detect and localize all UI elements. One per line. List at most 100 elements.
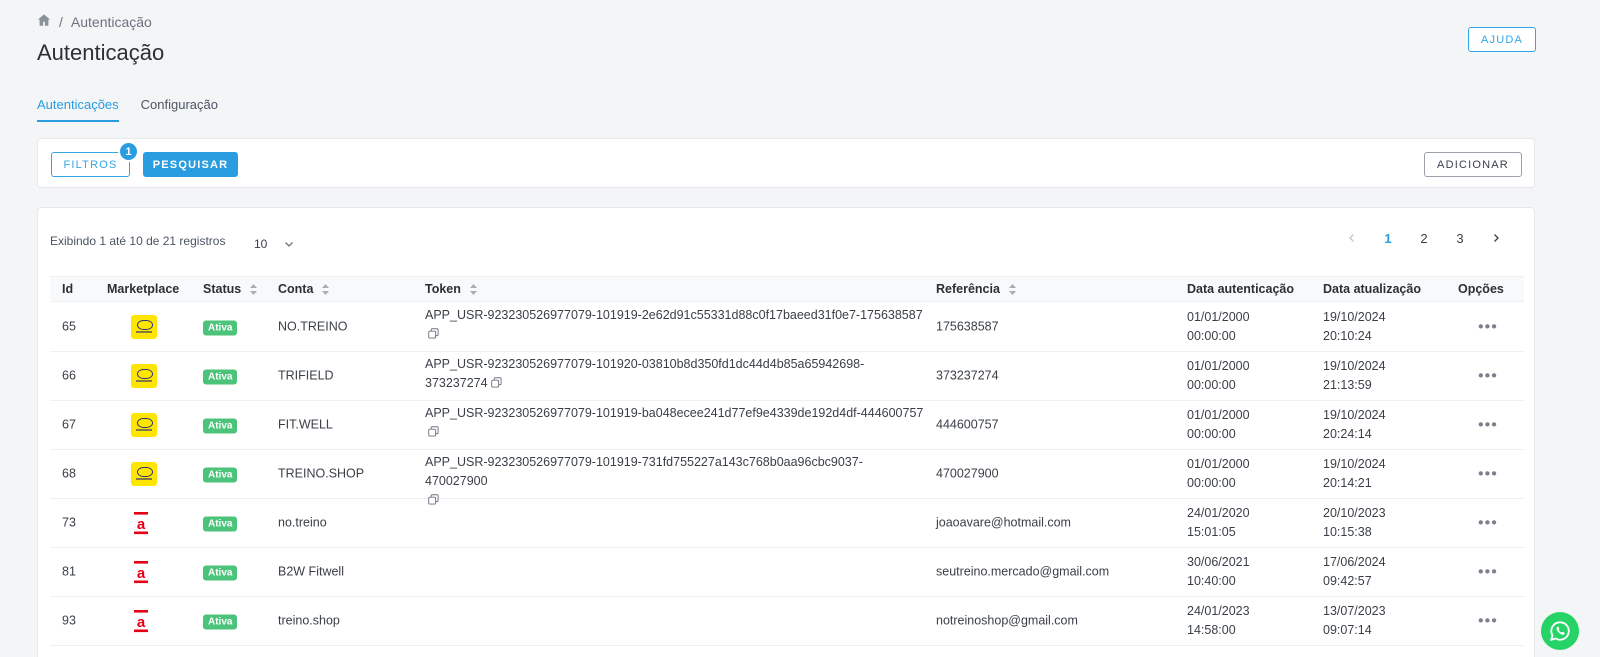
americanas-logo: a: [131, 511, 151, 535]
token-text: APP_USR-923230526977079-101919-ba048ecee…: [425, 406, 924, 420]
referencia-cell: 470027900: [936, 466, 999, 481]
options-menu-icon[interactable]: •••: [1478, 514, 1498, 533]
marketplace-cell: [131, 364, 157, 388]
update-time: 20:24:14: [1323, 427, 1372, 441]
referencia-cell: seutreino.mercado@gmail.com: [936, 564, 1110, 579]
table-row: 66 Ativa TRIFIELD APP_USR-923230526977079-1…: [50, 352, 1524, 401]
auth-time: 00:00:00: [1187, 329, 1236, 343]
col-referencia-label: Referência: [936, 282, 1000, 296]
auth-date-cell: 01/01/2000 00:00:00: [1187, 455, 1250, 493]
update-time: 21:13:59: [1323, 378, 1372, 392]
tab-autenticacoes[interactable]: Autenticações: [37, 97, 119, 122]
table-header: Id Marketplace Status Conta Token Referê…: [50, 276, 1524, 302]
home-icon[interactable]: [37, 13, 51, 30]
mercado-livre-logo: [131, 364, 157, 388]
update-date-cell: 17/06/2024 09:42:57: [1323, 553, 1386, 591]
col-conta[interactable]: Conta: [278, 282, 330, 296]
page-1[interactable]: 1: [1370, 228, 1406, 248]
copy-icon[interactable]: [428, 328, 439, 339]
status-badge: Ativa: [203, 369, 238, 385]
update-date: 13/07/2023: [1323, 604, 1386, 618]
search-button[interactable]: PESQUISAR: [143, 152, 238, 177]
status-cell: Ativa: [203, 514, 238, 533]
copy-icon[interactable]: [490, 377, 502, 388]
update-date: 20/10/2023: [1323, 506, 1386, 520]
svg-text:a: a: [137, 516, 146, 533]
marketplace-cell: a: [131, 560, 151, 584]
page-3[interactable]: 3: [1442, 228, 1478, 248]
update-time: 09:07:14: [1323, 623, 1372, 637]
page-title: Autenticação: [37, 40, 165, 65]
update-date: 17/06/2024: [1323, 555, 1386, 569]
update-date: 19/10/2024: [1323, 457, 1386, 471]
tabs: Autenticações Configuração: [37, 97, 218, 122]
americanas-logo: a: [131, 560, 151, 584]
conta-cell: no.treino: [278, 515, 327, 530]
status-cell: Ativa: [203, 367, 238, 386]
chevron-left-icon: [1349, 234, 1354, 242]
id-cell: 73: [62, 515, 76, 530]
table-row: 73 a Ativa no.treino joaoavare@hotmail.com 24…: [50, 499, 1524, 548]
options-menu-icon[interactable]: •••: [1478, 465, 1498, 484]
token-text: APP_USR-923230526977079-101919-731fd7552…: [425, 455, 863, 488]
marketplace-cell: a: [131, 511, 151, 535]
auth-date: 30/06/2021: [1187, 555, 1250, 569]
table-row: 93 a Ativa treino.shop notreinoshop@gmail.co…: [50, 597, 1524, 646]
pagination: 1 2 3: [1334, 228, 1514, 248]
svg-text:a: a: [137, 565, 146, 582]
col-referencia[interactable]: Referência: [936, 282, 1017, 296]
sort-icon: [469, 283, 477, 295]
options-menu-icon[interactable]: •••: [1478, 612, 1498, 631]
conta-cell: B2W Fitwell: [278, 564, 344, 579]
filter-count-badge: 1: [118, 141, 139, 162]
page-2[interactable]: 2: [1406, 228, 1442, 248]
chevron-right-icon: [1494, 234, 1499, 242]
referencia-cell: 175638587: [936, 319, 999, 334]
auth-time: 00:00:00: [1187, 378, 1236, 392]
auth-time: 00:00:00: [1187, 427, 1236, 441]
pagination-next[interactable]: [1478, 228, 1514, 248]
help-button[interactable]: AJUDA: [1468, 27, 1536, 52]
whatsapp-icon[interactable]: [1541, 612, 1579, 650]
americanas-logo: a: [131, 609, 151, 633]
sort-icon: [1008, 283, 1016, 295]
update-date-cell: 20/10/2023 10:15:38: [1323, 504, 1386, 542]
auth-date: 01/01/2000: [1187, 408, 1250, 422]
col-opcoes: Opções: [1458, 282, 1504, 296]
id-cell: 65: [62, 319, 76, 334]
options-menu-icon[interactable]: •••: [1478, 563, 1498, 582]
options-menu-icon[interactable]: •••: [1478, 367, 1498, 386]
update-date: 19/10/2024: [1323, 310, 1386, 324]
col-data-atualizacao: Data atualização: [1323, 282, 1421, 296]
table-card: Exibindo 1 até 10 de 21 registros 10 1 2…: [37, 207, 1535, 657]
update-date-cell: 13/07/2023 09:07:14: [1323, 602, 1386, 640]
col-token[interactable]: Token: [425, 282, 478, 296]
copy-icon[interactable]: [428, 426, 439, 437]
options-menu-icon[interactable]: •••: [1478, 318, 1498, 337]
breadcrumb-separator: /: [59, 13, 63, 30]
status-badge: Ativa: [203, 320, 238, 336]
auth-date-cell: 24/01/2023 14:58:00: [1187, 602, 1250, 640]
col-status[interactable]: Status: [203, 282, 258, 296]
auth-date-cell: 24/01/2020 15:01:05: [1187, 504, 1250, 542]
chevron-down-icon: [285, 242, 293, 247]
token-text-cont: 373237274: [425, 376, 488, 390]
sort-icon: [250, 283, 258, 295]
tab-configuracao[interactable]: Configuração: [141, 97, 218, 122]
token-cell: APP_USR-923230526977079-101919-2e62d91c5…: [425, 306, 925, 344]
add-button[interactable]: ADICIONAR: [1424, 152, 1522, 177]
status-cell: Ativa: [203, 563, 238, 582]
breadcrumb: / Autenticação: [37, 13, 152, 30]
sort-icon: [322, 283, 330, 295]
per-page-select[interactable]: 10: [246, 232, 302, 256]
update-date: 19/10/2024: [1323, 408, 1386, 422]
mercado-livre-logo: [131, 315, 157, 339]
options-menu-icon[interactable]: •••: [1478, 416, 1498, 435]
token-text: APP_USR-923230526977079-101919-2e62d91c5…: [425, 308, 923, 322]
table-row: 68 Ativa TREINO.SHOP APP_USR-92323052697707…: [50, 450, 1524, 505]
mercado-livre-logo: [131, 413, 157, 437]
pagination-prev[interactable]: [1334, 228, 1370, 248]
conta-cell: TREINO.SHOP: [278, 466, 365, 481]
id-cell: 93: [62, 613, 76, 628]
id-cell: 81: [62, 564, 76, 579]
